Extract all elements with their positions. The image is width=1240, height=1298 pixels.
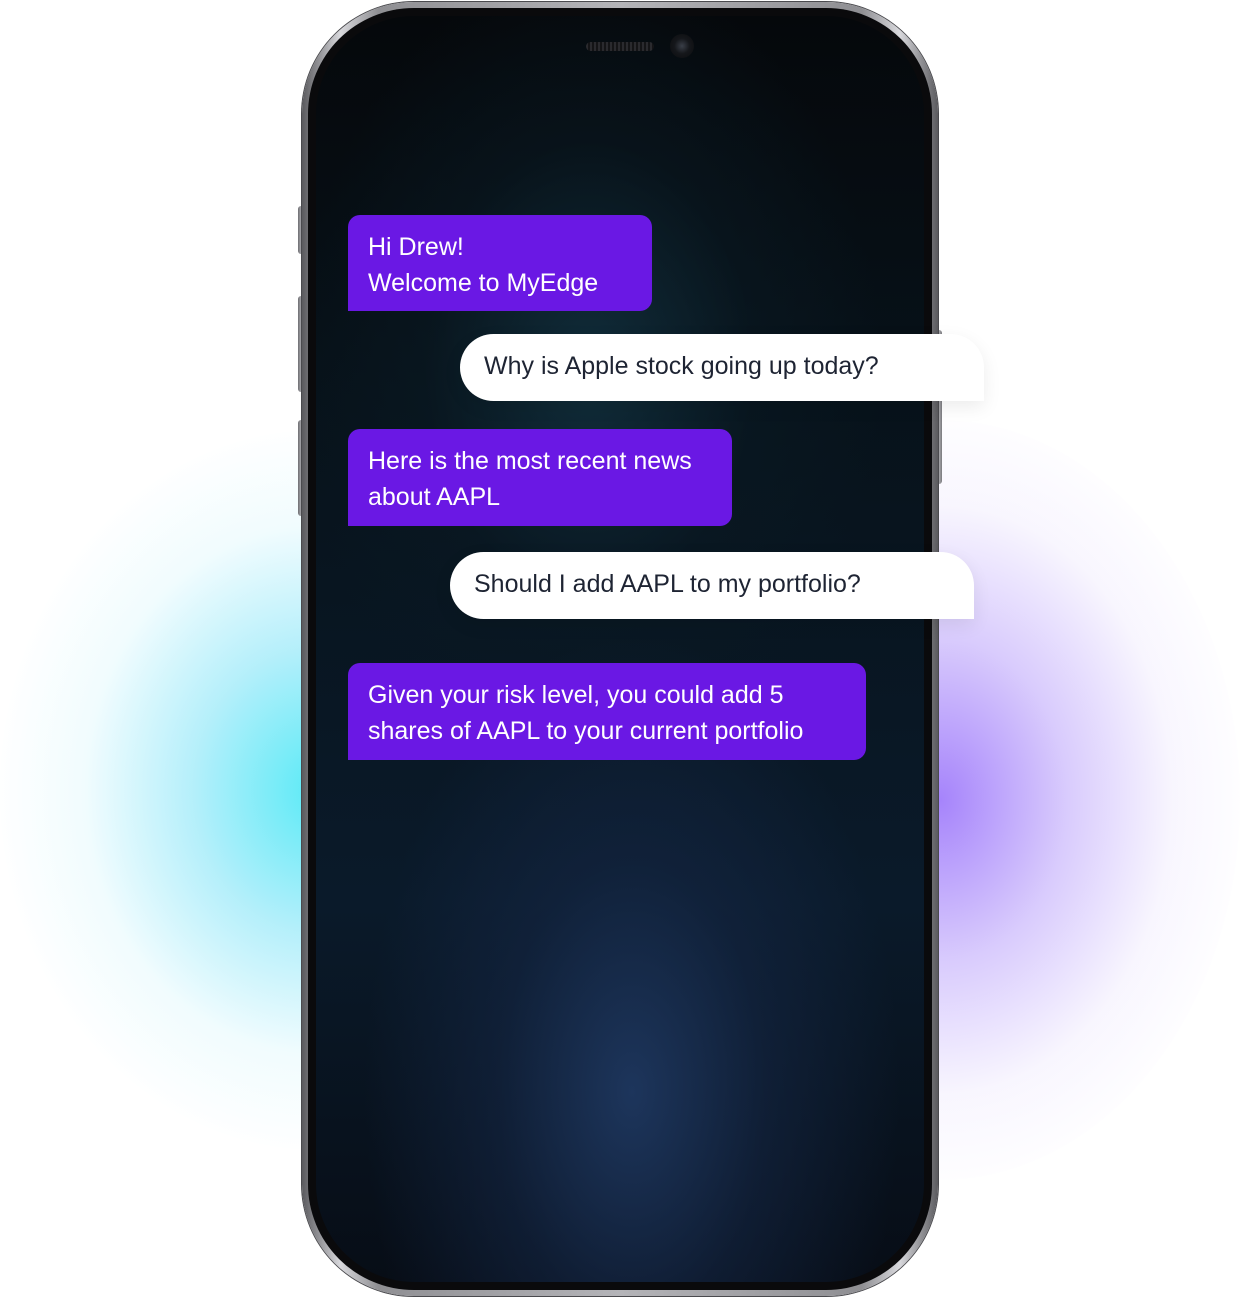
- assistant-message: Here is the most recent news about AAPL: [348, 429, 732, 526]
- front-camera-icon: [670, 34, 694, 58]
- user-message: Should I add AAPL to my portfolio?: [450, 552, 974, 619]
- phone-bezel: [308, 8, 932, 1290]
- phone-frame: [302, 2, 938, 1296]
- phone-screen: [316, 16, 924, 1282]
- hero-illustration: Hi Drew! Welcome to MyEdge Why is Apple …: [0, 0, 1240, 1298]
- earpiece-speaker: [586, 42, 654, 51]
- assistant-message: Given your risk level, you could add 5 s…: [348, 663, 866, 760]
- assistant-message: Hi Drew! Welcome to MyEdge: [348, 215, 652, 311]
- user-message: Why is Apple stock going up today?: [460, 334, 984, 401]
